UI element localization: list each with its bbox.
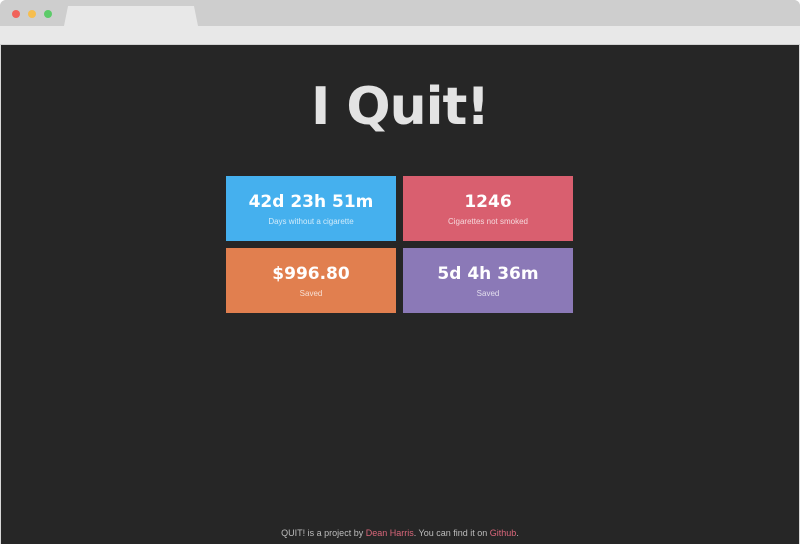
browser-tab[interactable] [64,6,198,26]
page-title: I Quit! [310,77,490,137]
stat-value: 5d 4h 36m [437,264,539,284]
stat-card-cigarettes: 1246 Cigarettes not smoked [403,176,573,241]
stat-card-days: 42d 23h 51m Days without a cigarette [226,176,396,241]
close-window-icon[interactable] [12,10,20,18]
page-footer: QUIT! is a project by Dean Harris. You c… [1,527,799,539]
stat-label: Saved [476,289,500,298]
footer-text-suffix: . [516,528,519,538]
github-link[interactable]: Github [490,528,517,538]
footer-text-middle: . You can find it on [413,528,490,538]
stat-label: Days without a cigarette [268,217,354,226]
footer-text-prefix: QUIT! is a project by [281,528,366,538]
stat-card-money-saved: $996.80 Saved [226,248,396,313]
maximize-window-icon[interactable] [44,10,52,18]
page-viewport: I Quit! 42d 23h 51m Days without a cigar… [1,45,799,544]
stat-label: Saved [299,289,323,298]
browser-titlebar [0,0,800,26]
author-link[interactable]: Dean Harris [366,528,414,538]
stat-label: Cigarettes not smoked [447,217,529,226]
browser-toolbar [0,26,800,45]
minimize-window-icon[interactable] [28,10,36,18]
browser-window: I Quit! 42d 23h 51m Days without a cigar… [0,0,800,544]
stat-card-time-saved: 5d 4h 36m Saved [403,248,573,313]
stat-value: 42d 23h 51m [248,192,374,212]
stat-value: $996.80 [272,264,350,284]
stat-value: 1246 [464,192,512,212]
